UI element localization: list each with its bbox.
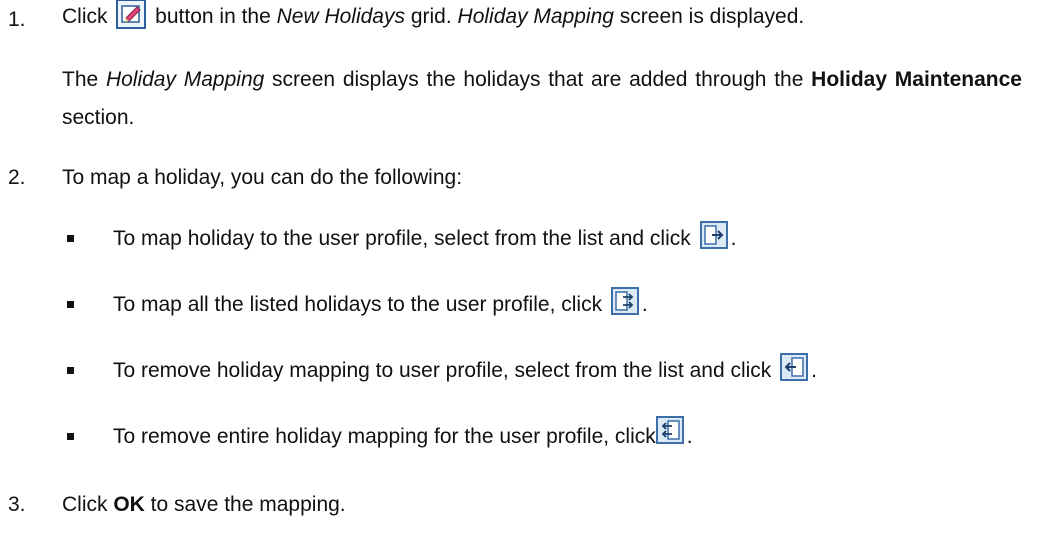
bullet-marker xyxy=(67,367,74,374)
holiday-mapping-ref: Holiday Mapping xyxy=(457,5,614,28)
step-1-paragraph: The Holiday Mapping screen displays the … xyxy=(62,61,1022,137)
bullet-1-text: To map holiday to the user profile, sele… xyxy=(113,227,697,250)
bullet-3-end: . xyxy=(811,359,817,382)
step-2-number: 2. xyxy=(8,166,26,189)
bullet-1: To map holiday to the user profile, sele… xyxy=(113,221,737,252)
ok-ref: OK xyxy=(113,493,145,516)
step-1-text-b: button in the xyxy=(149,5,277,28)
move-left-icon[interactable] xyxy=(780,353,809,382)
step-3-text-a: Click xyxy=(62,493,114,516)
bullet-2-end: . xyxy=(641,293,648,316)
bullet-2: To map all the listed holidays to the us… xyxy=(113,287,648,318)
step-3-number: 3. xyxy=(8,493,26,516)
step-1-text-c: grid. xyxy=(405,5,458,28)
move-right-icon[interactable] xyxy=(699,221,728,250)
step-2-text: To map a holiday, you can do the followi… xyxy=(62,166,463,189)
step-1-text-a: Click xyxy=(62,5,108,28)
step-1-number: 1. xyxy=(8,8,26,31)
para-text-a: The xyxy=(62,68,106,91)
bullet-3-text: To remove holiday mapping to user profil… xyxy=(113,359,778,382)
bullet-2-text: To map all the listed holidays to the us… xyxy=(113,293,608,316)
para-text-c: section. xyxy=(62,106,135,129)
step-3-text-b: to save the mapping. xyxy=(144,493,346,516)
bullet-4-end: . xyxy=(686,425,693,448)
bullet-marker xyxy=(67,235,74,242)
bullet-3: To remove holiday mapping to user profil… xyxy=(113,353,817,384)
new-holidays-grid-ref: New Holidays xyxy=(276,5,405,28)
step-3-text: Click OK to save the mapping. xyxy=(62,492,346,518)
para-holiday-mapping: Holiday Mapping xyxy=(105,68,265,91)
move-all-left-icon[interactable] xyxy=(655,416,684,445)
edit-icon[interactable] xyxy=(116,0,147,30)
step-1-text-d: screen is displayed. xyxy=(613,5,805,28)
move-all-right-icon[interactable] xyxy=(610,287,639,316)
bullet-4: To remove entire holiday mapping for the… xyxy=(113,416,693,450)
para-holiday-maintenance: Holiday Maintenance xyxy=(811,68,1022,91)
bullet-marker xyxy=(67,301,74,308)
bullet-1-end: . xyxy=(730,227,737,250)
bullet-marker xyxy=(67,433,74,440)
para-text-b: screen displays the holidays that are ad… xyxy=(264,68,812,91)
step-1-text: Click button in the New Holidays grid. H… xyxy=(62,0,805,30)
bullet-4-text: To remove entire holiday mapping for the… xyxy=(113,425,656,448)
